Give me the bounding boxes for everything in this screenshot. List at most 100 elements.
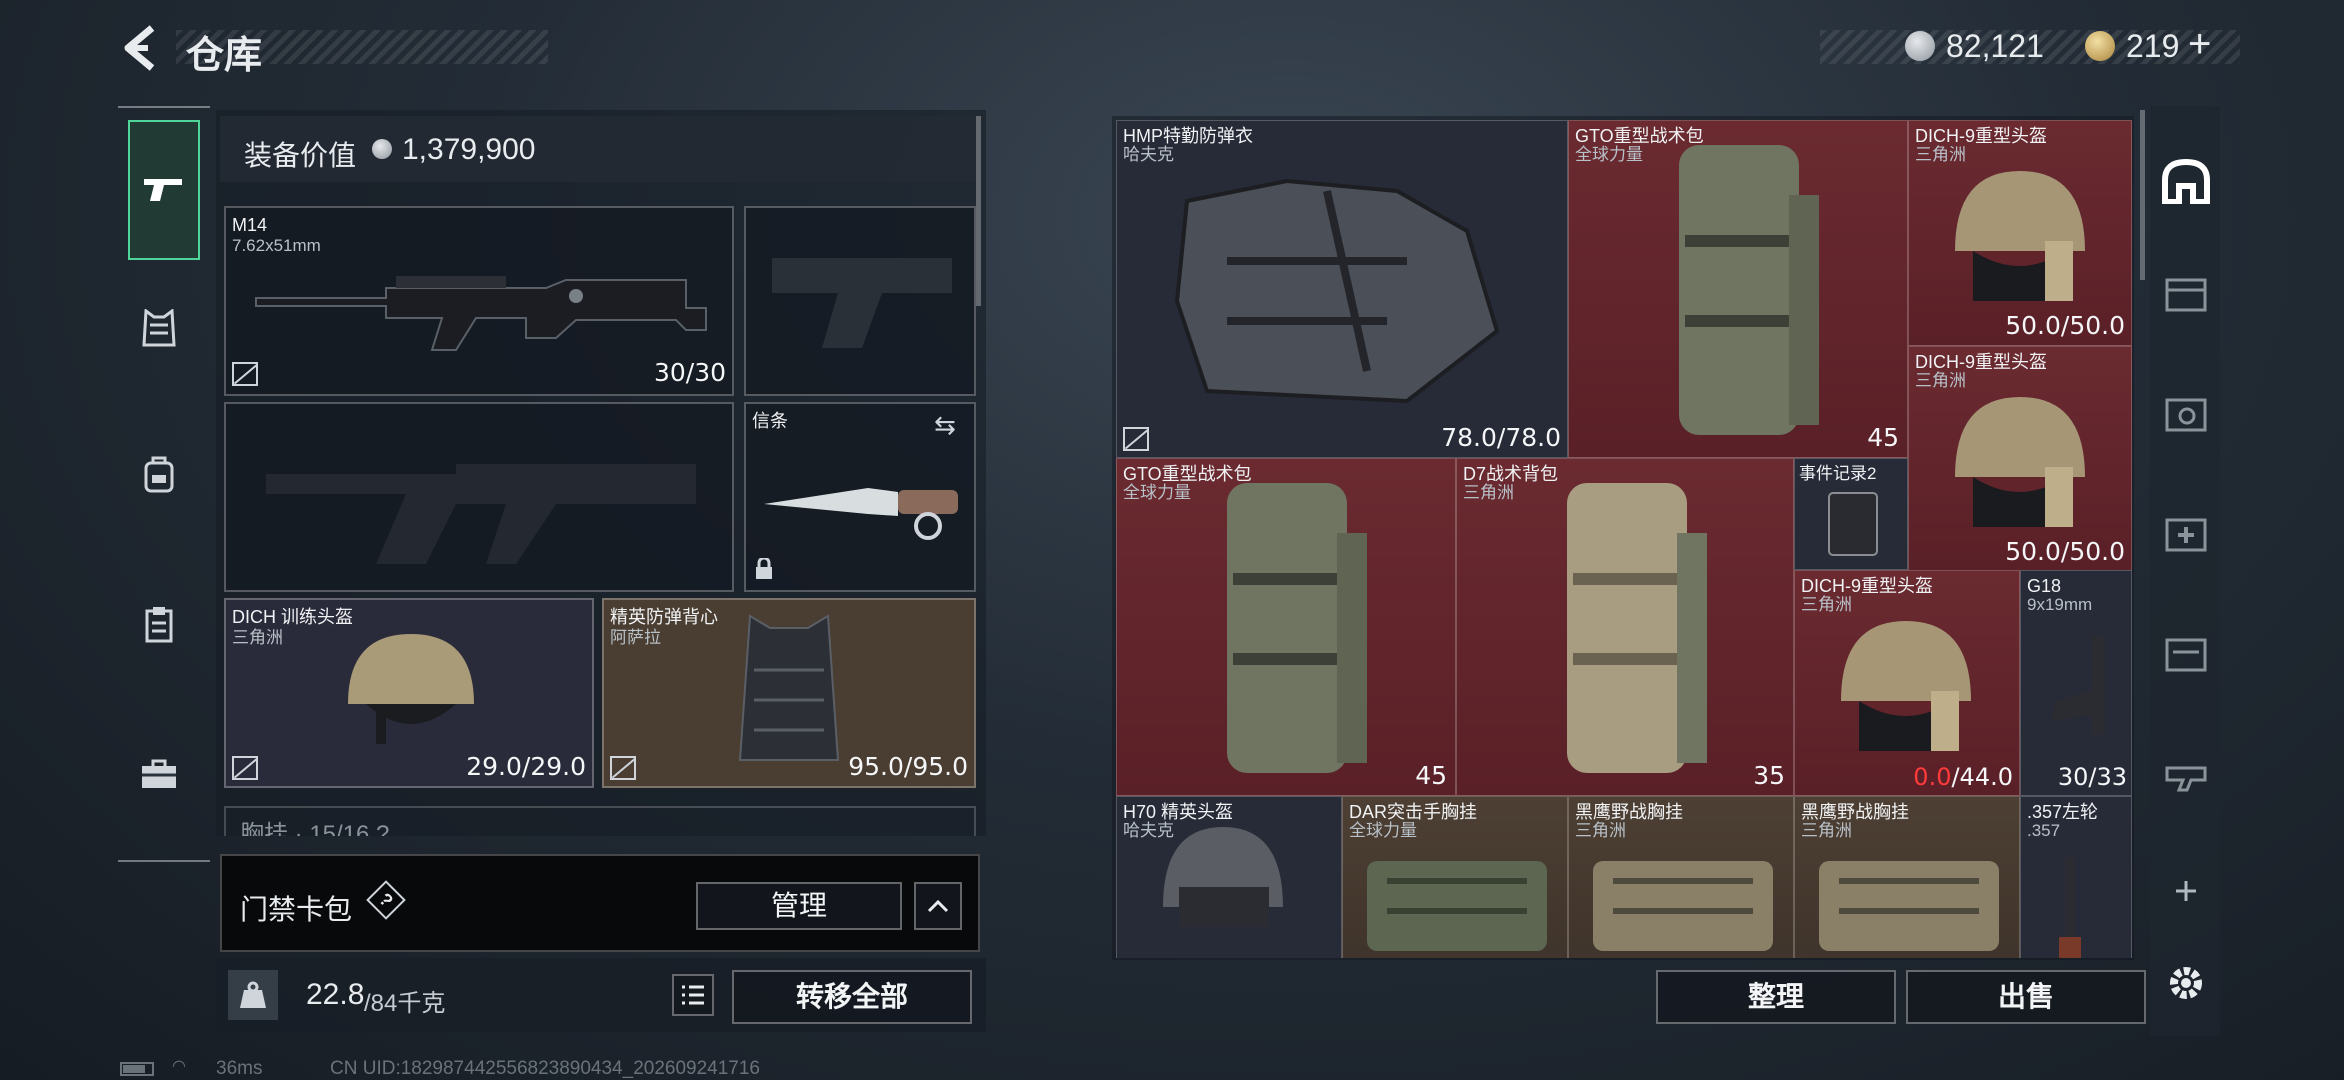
notebook-image	[1828, 492, 1878, 556]
durability-current: 0.0	[1913, 763, 1952, 791]
item-faction: 全球力量	[1349, 821, 1417, 840]
item-durability: 30/30	[653, 358, 726, 387]
transfer-all-button[interactable]: 转移全部	[732, 970, 972, 1024]
add-stash-tab-button[interactable]	[2160, 856, 2212, 926]
loadout-panel: 装备价值 1,379,900 M14 7.62x51mm 30/30 信条 ⇆ …	[216, 110, 986, 836]
toolbox-icon	[142, 759, 176, 788]
list-view-button[interactable]	[672, 974, 714, 1016]
helmet-image	[1955, 171, 2085, 301]
organize-button[interactable]: 整理	[1656, 970, 1896, 1024]
item-capacity: 45	[1415, 761, 1447, 790]
back-button[interactable]	[116, 22, 160, 74]
settings-button[interactable]	[2160, 948, 2212, 1018]
page-title: 仓库	[186, 35, 263, 77]
category-weapons[interactable]	[128, 120, 200, 260]
stash-tab-rail	[2150, 106, 2220, 1036]
chest-rig-header[interactable]: 胸挂 · 15/16 ?	[224, 806, 976, 836]
stash-item[interactable]: HMP特勤防弹衣 哈夫克 78.0/78.0	[1116, 120, 1568, 458]
category-sidebar	[118, 106, 210, 862]
stash-scrollbar[interactable]	[2140, 110, 2145, 280]
stash-item[interactable]: DAR突击手胸挂 全球力量	[1342, 796, 1568, 958]
revolver-image	[2059, 857, 2081, 958]
item-faction: 阿萨拉	[610, 628, 661, 647]
backpack-image	[1227, 483, 1367, 773]
item-capacity: 35	[1753, 761, 1785, 790]
stash-item[interactable]: G18 9x19mm 30/33	[2020, 570, 2132, 796]
premium-currency-amount: 219	[2126, 28, 2180, 64]
backpack-image	[1567, 483, 1707, 773]
item-durability: 50.0/50.0	[2005, 311, 2125, 340]
stash-weapon-icon	[2165, 766, 2207, 792]
pistol-slot[interactable]	[744, 206, 976, 396]
item-durability: 95.0/95.0	[848, 752, 968, 781]
secondary-weapon-slot[interactable]	[224, 402, 734, 592]
primary-weapon-slot[interactable]: M14 7.62x51mm 30/30	[224, 206, 734, 396]
helmet-image	[348, 634, 474, 744]
stash-tab-3[interactable]	[2160, 498, 2212, 568]
sell-button[interactable]: 出售	[1906, 970, 2146, 1024]
helmet-image	[1955, 397, 2085, 527]
stash-medical-icon	[2165, 518, 2207, 552]
weight-current: 22.8	[306, 978, 365, 1011]
item-caliber: .357	[2027, 821, 2061, 840]
armor-slot[interactable]: 精英防弹背心 阿萨拉 95.0/95.0	[602, 598, 976, 788]
home-icon	[2162, 158, 2210, 204]
keycard-bar: 门禁卡包 ? 管理	[220, 854, 980, 952]
currency-amount: 82,121	[1946, 28, 2044, 64]
plus-icon	[2176, 881, 2196, 901]
collapse-button[interactable]	[914, 882, 962, 930]
equipment-value-bar: 装备价值 1,379,900	[220, 116, 982, 182]
category-container[interactable]	[118, 574, 200, 674]
untradeable-icon	[232, 756, 259, 780]
stash-item[interactable]: D7战术背包 三角洲 35	[1456, 458, 1794, 796]
stash-search-icon	[2165, 398, 2207, 432]
category-armor[interactable]	[118, 278, 200, 378]
stash-item[interactable]: .357左轮 .357	[2020, 796, 2132, 958]
help-icon[interactable]: ?	[366, 880, 406, 920]
stash-tab-1[interactable]	[2160, 258, 2212, 328]
weight-max: /84千克	[364, 990, 446, 1017]
stash-item[interactable]: 黑鹰野战胸挂 三角洲	[1568, 796, 1794, 958]
stash-tab-4[interactable]	[2160, 618, 2212, 688]
add-currency-button[interactable]: +	[2188, 22, 2211, 67]
stash-item[interactable]: 事件记录2	[1794, 458, 1908, 570]
stash-item[interactable]: GTO重型战术包 全球力量 45	[1568, 120, 1908, 458]
item-name: G18	[2027, 576, 2062, 596]
pistol-image	[2051, 635, 2105, 735]
item-name: M14	[232, 215, 268, 235]
item-durability: 50.0/50.0	[2005, 537, 2125, 566]
knife-image	[764, 488, 958, 540]
backpack-icon	[144, 456, 174, 493]
melee-slot[interactable]: 信条 ⇆	[744, 402, 976, 592]
category-toolbox[interactable]	[118, 724, 200, 824]
vest-image	[1174, 178, 1500, 404]
backpack-image	[1679, 145, 1819, 435]
item-name: DICH 训练头盔	[232, 607, 353, 627]
premium-coin-icon	[2085, 31, 2115, 61]
helmet-image	[1163, 827, 1283, 927]
chest-rig-image	[1819, 861, 1999, 951]
stash-item[interactable]: 黑鹰野战胸挂 三角洲	[1794, 796, 2020, 958]
weight-icon	[228, 970, 278, 1020]
stash-tab-2[interactable]	[2160, 378, 2212, 448]
stash-tab-all[interactable]	[2160, 146, 2212, 216]
equipment-value: 1,379,900	[402, 133, 536, 166]
item-name: DICH-9重型头盔	[1801, 576, 1934, 596]
stash-item[interactable]: H70 精英头盔 哈夫克	[1116, 796, 1342, 958]
weight-bar: 22.8 /84千克 转移全部	[216, 958, 986, 1032]
stash-tab-5[interactable]	[2160, 738, 2212, 808]
battery-icon	[120, 1062, 154, 1076]
swap-icon[interactable]: ⇆	[934, 412, 964, 438]
manage-button[interactable]: 管理	[696, 882, 902, 930]
stash-item[interactable]: GTO重型战术包 全球力量 45	[1116, 458, 1456, 796]
stash-item[interactable]: DICH-9重型头盔 三角洲 50.0/50.0	[1908, 120, 2132, 346]
stash-grid: HMP特勤防弹衣 哈夫克 78.0/78.0 GTO重型战术包 全球力量 45 …	[1116, 120, 2132, 958]
untradeable-icon	[610, 756, 637, 780]
stash-item[interactable]: DICH-9重型头盔 三角洲 0.0/44.0	[1794, 570, 2020, 796]
item-name: D7战术背包	[1463, 464, 1559, 484]
helmet-slot[interactable]: DICH 训练头盔 三角洲 29.0/29.0	[224, 598, 594, 788]
stash-item[interactable]: DICH-9重型头盔 三角洲 50.0/50.0	[1908, 346, 2132, 572]
equipment-value-label: 装备价值	[244, 140, 357, 171]
loadout-scrollbar[interactable]	[976, 116, 981, 306]
category-backpack[interactable]	[118, 424, 200, 524]
